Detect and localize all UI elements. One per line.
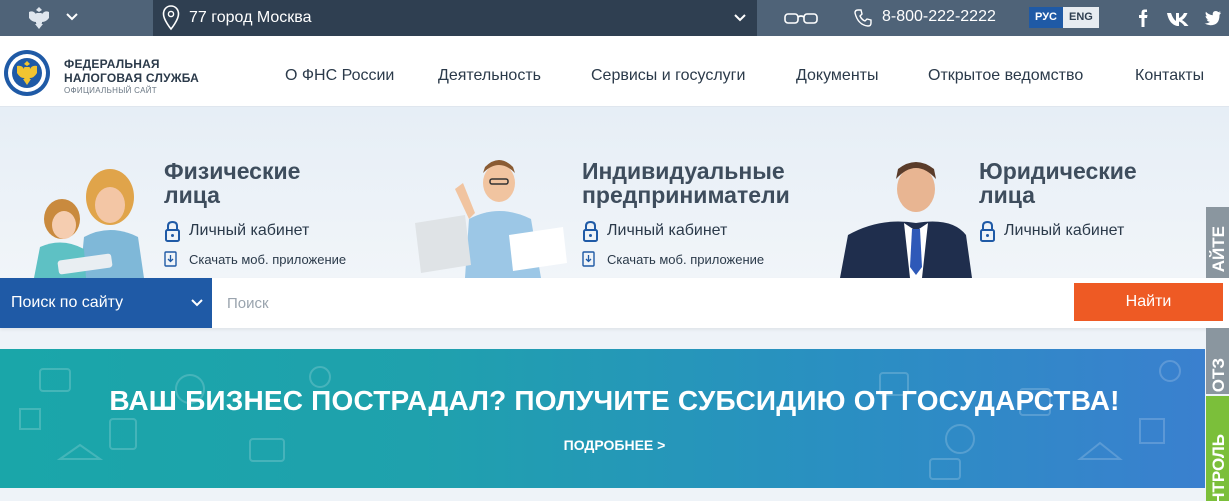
lock-icon (165, 220, 180, 242)
lock-icon (583, 220, 598, 242)
logo-line-2: НАЛОГОВАЯ СЛУЖБА (64, 71, 200, 85)
region-label: 77 город Москва (189, 9, 312, 26)
glasses-icon[interactable] (783, 10, 819, 26)
personal-cabinet-link-legal-entities[interactable]: Личный кабинет (979, 220, 1124, 242)
category-title-legal-entities[interactable]: Юридические лица (979, 159, 1137, 207)
category-title-line: лица (164, 182, 220, 208)
side-tab-control[interactable]: НТРОЛЬ (1206, 396, 1229, 501)
chevron-down-icon[interactable] (64, 9, 80, 25)
legal-entities-photo[interactable] (840, 157, 972, 278)
search-button[interactable]: Найти (1074, 283, 1223, 321)
personal-cabinet-label: Личный кабинет (189, 222, 310, 239)
twitter-icon[interactable] (1204, 9, 1222, 27)
personal-cabinet-label: Личный кабинет (607, 222, 728, 239)
location-pin-icon (162, 5, 180, 31)
mobile-download-icon (164, 251, 177, 267)
promo-banner[interactable]: ВАШ БИЗНЕС ПОСТРАДАЛ? ПОЛУЧИТЕ СУБСИДИЮ … (0, 349, 1205, 488)
banner-title: ВАШ БИЗНЕС ПОСТРАДАЛ? ПОЛУЧИТЕ СУБСИДИЮ … (109, 385, 1120, 416)
phone-icon (854, 9, 872, 27)
nav-item-documents[interactable]: Документы (796, 67, 878, 85)
fns-emblem-logo[interactable] (3, 49, 51, 97)
individuals-photo[interactable] (22, 167, 150, 278)
mobile-download-icon (582, 251, 595, 267)
side-tab-feedback[interactable]: ОТЗ (1206, 328, 1229, 394)
download-app-label: Скачать моб. приложение (189, 251, 347, 267)
vk-icon[interactable] (1166, 9, 1190, 27)
nav-item-services[interactable]: Сервисы и госуслуги (591, 67, 745, 85)
hero-categories: Физические лица Личный кабинет Скачать м… (0, 107, 1229, 278)
nav-item-contacts[interactable]: Контакты (1135, 67, 1204, 85)
region-selector[interactable]: 77 город Москва (153, 0, 757, 36)
lock-icon (980, 220, 995, 242)
category-title-line: предприниматели (582, 182, 790, 208)
category-title-line: Юридические (979, 158, 1137, 184)
lang-ru-button[interactable]: РУС (1029, 7, 1063, 28)
site-logo-text[interactable]: ФЕДЕРАЛЬНАЯ НАЛОГОВАЯ СЛУЖБА ОФИЦИАЛЬНЫЙ… (64, 57, 199, 97)
side-tab-site-label: АЙТЕ (1209, 225, 1228, 272)
download-app-link-entrepreneurs[interactable]: Скачать моб. приложение (582, 251, 764, 267)
side-tab-control-label: НТРОЛЬ (1209, 434, 1228, 501)
hotline-phone[interactable]: 8-800-222-2222 (882, 8, 996, 26)
chevron-down-icon (734, 14, 746, 22)
category-title-individuals[interactable]: Физические лица (164, 159, 300, 207)
nav-item-open-agency[interactable]: Открытое ведомство (928, 67, 1083, 85)
language-switch: РУС ENG (1029, 7, 1099, 28)
search-scope-select[interactable]: Поиск по сайту (0, 278, 212, 328)
side-tab-feedback-label: ОТЗ (1209, 357, 1228, 392)
nav-item-activity[interactable]: Деятельность (438, 67, 541, 85)
category-title-entrepreneurs[interactable]: Индивидуальные предприниматели (582, 159, 790, 207)
category-title-line: Индивидуальные (582, 158, 785, 184)
search-scope-label: Поиск по сайту (11, 294, 124, 311)
personal-cabinet-label: Личный кабинет (1004, 222, 1125, 239)
site-header: ФЕДЕРАЛЬНАЯ НАЛОГОВАЯ СЛУЖБА ОФИЦИАЛЬНЫЙ… (0, 36, 1229, 107)
nav-item-about[interactable]: О ФНС России (285, 67, 394, 85)
logo-subtitle: ОФИЦИАЛЬНЫЙ САЙТ (64, 86, 157, 95)
lang-en-button[interactable]: ENG (1062, 7, 1099, 28)
download-app-link-individuals[interactable]: Скачать моб. приложение (164, 251, 346, 267)
search-input[interactable] (212, 278, 1062, 328)
logo-line-1: ФЕДЕРАЛЬНАЯ (64, 57, 160, 71)
category-title-line: лица (979, 182, 1035, 208)
entrepreneurs-photo[interactable] (413, 153, 573, 278)
emblem-icon[interactable] (25, 4, 53, 32)
chevron-down-icon (191, 299, 203, 307)
banner-pattern-decoration (19, 360, 1181, 480)
personal-cabinet-link-individuals[interactable]: Личный кабинет (164, 220, 309, 242)
top-bar: 77 город Москва 8-800-222-2222 РУС ENG (0, 0, 1229, 36)
side-tab-site[interactable]: АЙТЕ (1206, 207, 1229, 278)
banner-more-link[interactable]: ПОДРОБНЕЕ > (0, 437, 1205, 453)
category-title-line: Физические (164, 158, 301, 184)
search-bar: Поиск по сайту Найти (0, 278, 1229, 328)
download-app-label: Скачать моб. приложение (607, 251, 765, 267)
personal-cabinet-link-entrepreneurs[interactable]: Личный кабинет (582, 220, 727, 242)
facebook-icon[interactable] (1137, 9, 1149, 27)
